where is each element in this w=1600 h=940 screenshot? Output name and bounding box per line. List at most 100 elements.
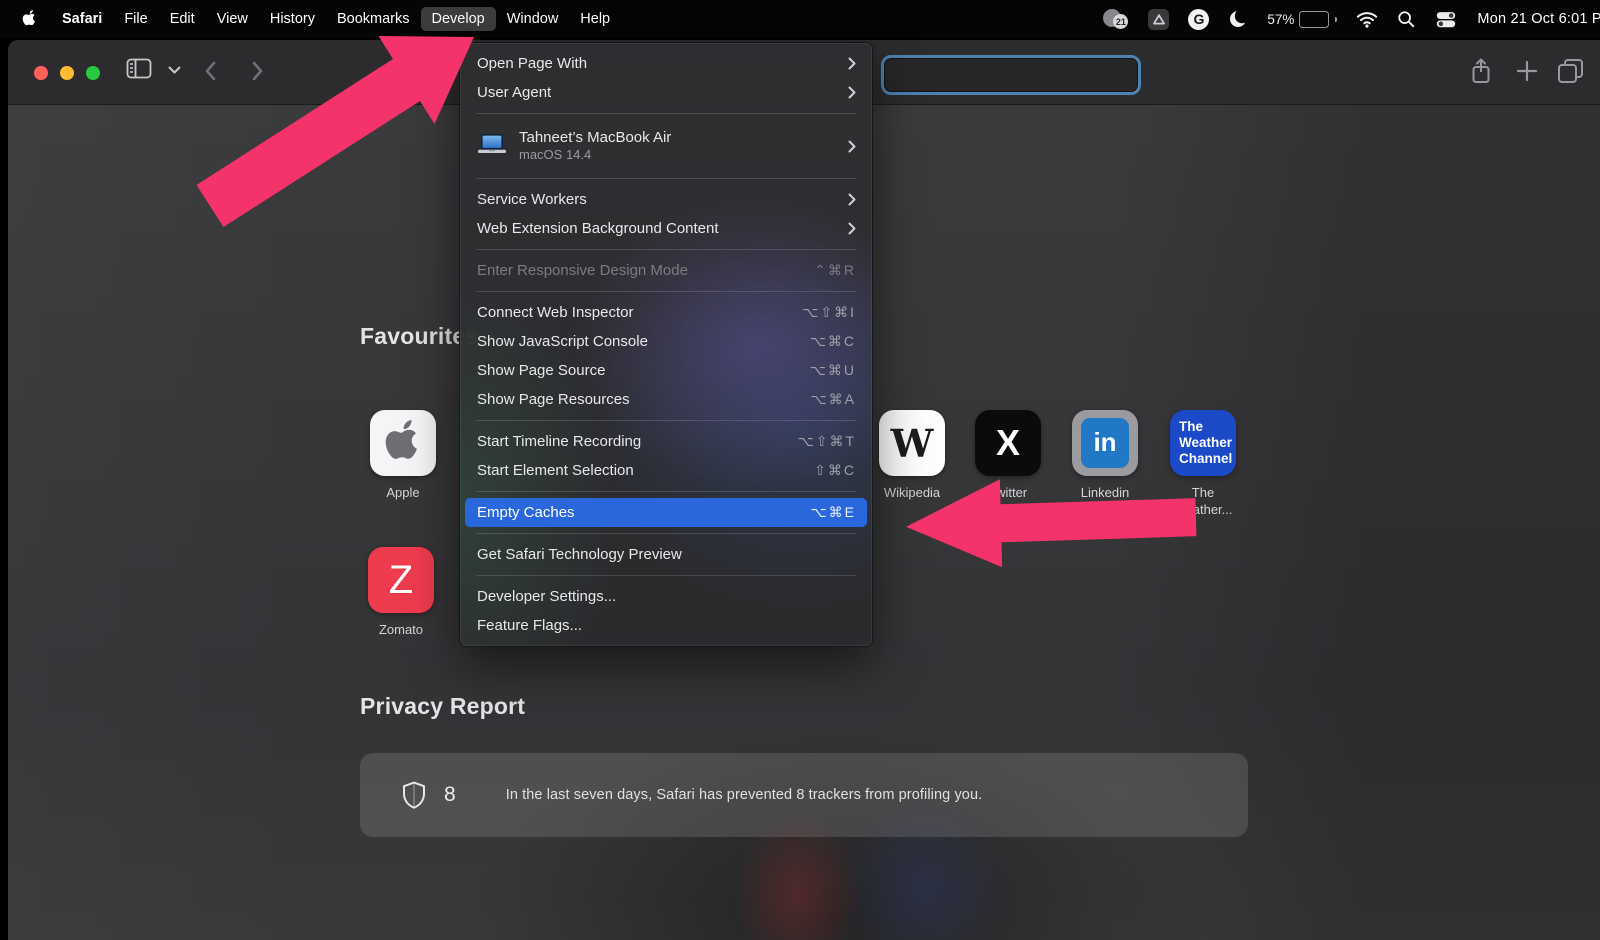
linkedin-icon: in bbox=[1072, 410, 1138, 476]
minimize-window-button[interactable] bbox=[60, 66, 74, 80]
menu-item-service-workers[interactable]: Service Workers bbox=[460, 185, 872, 214]
focus-moon-icon[interactable] bbox=[1228, 9, 1249, 29]
menu-item-label: Start Element Selection bbox=[477, 462, 634, 479]
apple-icon bbox=[370, 410, 436, 476]
favourite-label: Twitter bbox=[988, 485, 1028, 500]
grammarly-icon[interactable]: G bbox=[1188, 8, 1210, 30]
menu-item-show-javascript-console[interactable]: Show JavaScript Console ⌥⌘C bbox=[460, 327, 872, 356]
menu-item-get-safari-technology-preview[interactable]: Get Safari Technology Preview bbox=[460, 540, 872, 569]
menu-item-empty-caches[interactable]: Empty Caches ⌥⌘E bbox=[465, 498, 867, 527]
sidebar-icon bbox=[126, 58, 152, 79]
favourite-twitter[interactable]: X Twitter bbox=[967, 410, 1049, 502]
share-button[interactable] bbox=[1469, 57, 1493, 87]
device-os: macOS 14.4 bbox=[519, 147, 592, 163]
menu-item-developer-settings[interactable]: Developer Settings... bbox=[460, 582, 872, 611]
app-badge-icon[interactable]: 21 bbox=[1103, 8, 1129, 30]
menu-item-label: Connect Web Inspector bbox=[477, 304, 634, 321]
twitter-icon: X bbox=[975, 410, 1041, 476]
privacy-report-title: Privacy Report bbox=[360, 693, 526, 719]
menubar-item-file[interactable]: File bbox=[113, 7, 158, 31]
menu-separator bbox=[476, 113, 856, 114]
macbook-icon bbox=[477, 133, 507, 159]
menubar-item-history[interactable]: History bbox=[259, 7, 326, 31]
menu-item-connect-web-inspector[interactable]: Connect Web Inspector ⌥⇧⌘I bbox=[460, 298, 872, 327]
privacy-message: In the last seven days, Safari has preve… bbox=[505, 787, 983, 803]
menu-item-label: Start Timeline Recording bbox=[477, 433, 642, 450]
menu-item-feature-flags[interactable]: Feature Flags... bbox=[460, 611, 872, 640]
menu-item-show-page-source[interactable]: Show Page Source ⌥⌘U bbox=[460, 356, 872, 385]
privacy-report-card[interactable]: 8 In the last seven days, Safari has pre… bbox=[360, 753, 1248, 837]
share-icon bbox=[1472, 58, 1490, 83]
menu-item-label: Developer Settings... bbox=[477, 588, 617, 605]
menubar-item-window[interactable]: Window bbox=[496, 7, 570, 31]
zoom-window-button[interactable] bbox=[86, 66, 100, 80]
favourite-weather[interactable]: The Weather Channel The Weather... bbox=[1162, 410, 1244, 519]
menu-item-shortcut: ⌥⌘C bbox=[809, 333, 856, 349]
menu-item-show-page-resources[interactable]: Show Page Resources ⌥⌘A bbox=[460, 385, 872, 414]
menu-item-start-element-selection[interactable]: Start Element Selection ⇧⌘C bbox=[460, 456, 872, 485]
close-window-button[interactable] bbox=[34, 66, 48, 80]
tracker-count: 8 bbox=[444, 783, 456, 806]
favourite-label: Zomato bbox=[378, 622, 424, 637]
menu-item-label: Show JavaScript Console bbox=[477, 333, 648, 350]
new-tab-button[interactable] bbox=[1516, 60, 1538, 82]
menubar: Safari File Edit View History Bookmarks Develo… bbox=[0, 0, 1600, 38]
menu-item-shortcut: ⌥⌘U bbox=[809, 362, 856, 378]
menu-item-device-macbook[interactable]: Tahneet’s MacBook Air macOS 14.4 bbox=[460, 120, 872, 172]
tabs-icon bbox=[1558, 59, 1583, 83]
menu-separator bbox=[476, 575, 856, 576]
control-center-icon[interactable] bbox=[1434, 10, 1458, 29]
menubar-item-view[interactable]: View bbox=[206, 7, 259, 31]
forward-button[interactable] bbox=[252, 61, 264, 81]
apple-logo-icon bbox=[22, 10, 35, 26]
wifi-icon[interactable] bbox=[1356, 11, 1378, 28]
menu-item-web-extension-background-content[interactable]: Web Extension Background Content bbox=[460, 214, 872, 243]
tab-overview-button[interactable] bbox=[1556, 58, 1586, 84]
favourite-linkedin[interactable]: in Linkedin bbox=[1064, 410, 1146, 502]
favourite-label: Wikipedia bbox=[883, 485, 941, 500]
sidebar-chevron-button[interactable] bbox=[168, 66, 181, 74]
menubar-item-bookmarks[interactable]: Bookmarks bbox=[326, 7, 421, 31]
menu-separator bbox=[476, 491, 856, 492]
menu-item-label: Open Page With bbox=[477, 55, 588, 72]
menubar-clock[interactable]: Mon 21 Oct 6:01 PM bbox=[1477, 11, 1600, 27]
menu-item-open-page-with[interactable]: Open Page With bbox=[460, 49, 872, 78]
menubar-item-edit[interactable]: Edit bbox=[159, 7, 206, 31]
favourite-apple[interactable]: Apple bbox=[362, 410, 444, 502]
battery-icon bbox=[1299, 10, 1330, 28]
chevron-down-icon bbox=[168, 66, 181, 74]
triangle-menu-icon[interactable] bbox=[1148, 8, 1170, 30]
forward-chevron-icon bbox=[252, 61, 263, 81]
menubar-item-safari[interactable]: Safari bbox=[51, 7, 113, 31]
submenu-chevron-icon bbox=[848, 86, 856, 99]
badge-count: 21 bbox=[1113, 14, 1129, 29]
battery-indicator[interactable]: 57% bbox=[1267, 10, 1338, 28]
favourite-label: The Weather... bbox=[1173, 485, 1233, 517]
weather-icon: The Weather Channel bbox=[1170, 410, 1236, 476]
menu-separator bbox=[476, 420, 856, 421]
menubar-item-develop[interactable]: Develop bbox=[420, 7, 496, 31]
back-button[interactable] bbox=[204, 61, 216, 81]
menu-item-user-agent[interactable]: User Agent bbox=[460, 78, 872, 107]
favourite-zomato[interactable]: Z Zomato bbox=[360, 547, 442, 639]
menu-item-shortcut: ⌃⌘R bbox=[814, 262, 856, 278]
submenu-chevron-icon bbox=[848, 193, 856, 206]
back-chevron-icon bbox=[205, 61, 216, 81]
menu-item-enter-responsive-design-mode: Enter Responsive Design Mode ⌃⌘R bbox=[460, 256, 872, 285]
favourite-wikipedia[interactable]: W Wikipedia bbox=[871, 410, 953, 502]
menu-item-label: Web Extension Background Content bbox=[477, 220, 719, 237]
apple-menu[interactable] bbox=[20, 10, 51, 28]
menu-item-label: Service Workers bbox=[477, 191, 587, 208]
menu-item-shortcut: ⇧⌘C bbox=[814, 462, 856, 478]
menu-item-start-timeline-recording[interactable]: Start Timeline Recording ⌥⇧⌘T bbox=[460, 427, 872, 456]
menu-item-label: Empty Caches bbox=[477, 504, 575, 521]
sidebar-toggle-button[interactable] bbox=[126, 58, 152, 79]
menubar-item-help[interactable]: Help bbox=[569, 7, 621, 31]
menu-item-shortcut: ⌥⌘A bbox=[810, 391, 856, 407]
address-bar[interactable] bbox=[881, 55, 1141, 95]
spotlight-search-icon[interactable] bbox=[1397, 10, 1415, 28]
submenu-chevron-icon bbox=[848, 222, 856, 235]
submenu-chevron-icon bbox=[848, 140, 856, 153]
plus-icon bbox=[1516, 60, 1538, 82]
menu-item-label: Feature Flags... bbox=[477, 617, 583, 634]
